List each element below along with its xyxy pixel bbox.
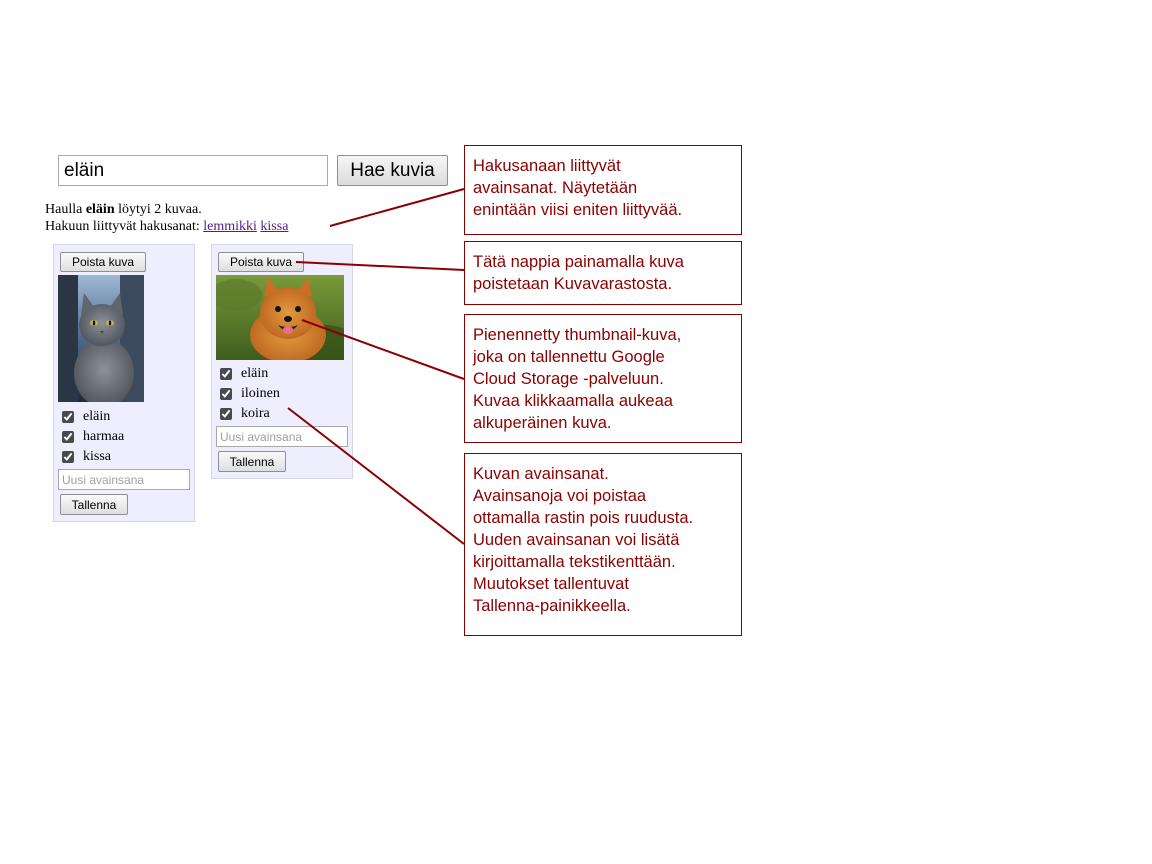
related-keywords: Hakuun liittyvät hakusanat: lemmikki kis… <box>45 219 288 235</box>
search-input[interactable] <box>58 155 328 186</box>
result-term: eläin <box>85 202 115 217</box>
keyword-label: eläin <box>83 409 111 424</box>
keyword-checkbox[interactable] <box>220 368 232 380</box>
result-suffix: löytyi 2 kuvaa. <box>114 202 202 217</box>
result-summary: Haulla eläin löytyi 2 kuvaa. <box>45 202 202 218</box>
cat-image[interactable] <box>58 275 144 402</box>
save-button[interactable]: Tallenna <box>60 494 128 515</box>
cat-thumbnail[interactable] <box>58 275 144 402</box>
keyword-checkbox[interactable] <box>62 451 74 463</box>
new-keyword-input[interactable] <box>216 426 348 447</box>
result-prefix: Haulla <box>45 202 86 217</box>
keyword-label: kissa <box>83 449 111 464</box>
callout-related-keywords: Hakusanaan liittyvät avainsanat. Näytetä… <box>464 145 742 235</box>
keyword-row[interactable]: iloinen <box>220 385 280 403</box>
delete-image-button[interactable]: Poista kuva <box>218 252 304 272</box>
new-keyword-input[interactable] <box>58 469 190 490</box>
callout-delete-button: Tätä nappia painamalla kuva poistetaan K… <box>464 241 742 305</box>
callout-keywords: Kuvan avainsanat. Avainsanoja voi poista… <box>464 453 742 636</box>
delete-image-button[interactable]: Poista kuva <box>60 252 146 272</box>
keyword-checkbox[interactable] <box>220 408 232 420</box>
image-card: Poista kuva eläin harmaa kissa Uusi avai… <box>53 244 195 522</box>
save-button[interactable]: Tallenna <box>218 451 286 472</box>
connector-related <box>329 188 465 227</box>
search-button[interactable]: Hae kuvia <box>337 155 448 186</box>
keyword-row[interactable]: kissa <box>62 448 111 466</box>
callout-thumbnail: Pienennetty thumbnail-kuva, joka on tall… <box>464 314 742 443</box>
keyword-checkbox[interactable] <box>220 388 232 400</box>
related-link-lemmikki[interactable]: lemmikki <box>203 219 257 234</box>
dog-thumbnail[interactable] <box>216 275 344 360</box>
keyword-row[interactable]: koira <box>220 405 270 423</box>
keyword-row[interactable]: eläin <box>62 408 110 426</box>
keyword-label: iloinen <box>241 386 280 401</box>
keyword-row[interactable]: harmaa <box>62 428 124 446</box>
keyword-label: harmaa <box>83 429 125 444</box>
image-card: Poista kuva eläin iloinen koira Uusi ava… <box>211 244 353 479</box>
keyword-checkbox[interactable] <box>62 411 74 423</box>
related-prefix: Hakuun liittyvät hakusanat: <box>45 219 204 234</box>
keyword-label: eläin <box>241 366 269 381</box>
keyword-checkbox[interactable] <box>62 431 74 443</box>
related-link-kissa[interactable]: kissa <box>260 219 288 234</box>
keyword-label: koira <box>241 406 270 421</box>
keyword-row[interactable]: eläin <box>220 365 268 383</box>
dog-image[interactable] <box>216 275 344 360</box>
